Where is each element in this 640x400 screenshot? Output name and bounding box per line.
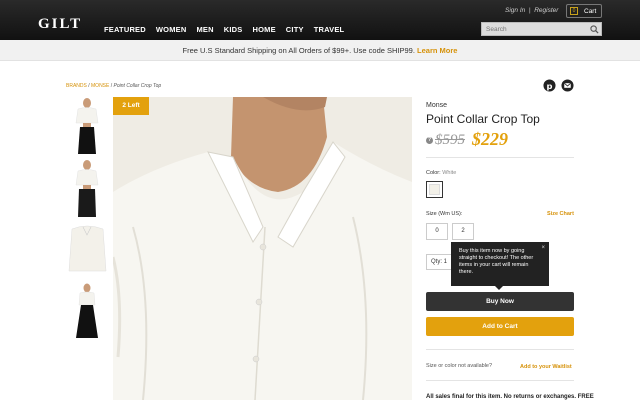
size-option-2[interactable]: 2 xyxy=(452,223,474,240)
product-thumbnail[interactable] xyxy=(66,159,109,217)
gilt-logo[interactable]: GILT xyxy=(38,16,82,33)
size-label: Size (Wm US): xyxy=(426,211,463,217)
product-title: Point Collar Crop Top xyxy=(426,112,540,126)
add-to-waitlist-link[interactable]: Add to your Waitlist xyxy=(520,364,572,370)
original-price: $595 xyxy=(435,132,465,148)
size-chart-link[interactable]: Size Chart xyxy=(547,211,574,217)
price-info-icon[interactable]: ? xyxy=(426,137,433,144)
product-brand[interactable]: Monse xyxy=(426,102,447,109)
tooltip-arrow xyxy=(495,286,503,290)
buy-now-tooltip: Buy this item now by going straight to c… xyxy=(451,242,549,286)
promo-bar: Free U.S Standard Shipping on All Orders… xyxy=(0,40,640,61)
nav-item-travel[interactable]: TRAVEL xyxy=(314,25,345,34)
main-nav: FEATURED WOMEN MEN KIDS HOME CITY TRAVEL xyxy=(104,25,354,34)
search-input[interactable] xyxy=(481,22,602,36)
nav-item-city[interactable]: CITY xyxy=(286,25,304,34)
stock-badge: 2 Left xyxy=(113,97,149,115)
tooltip-close-icon[interactable]: × xyxy=(541,245,545,252)
register-link[interactable]: Register xyxy=(534,7,558,14)
tooltip-text: Buy this item now by going straight to c… xyxy=(459,248,534,275)
nav-item-women[interactable]: WOMEN xyxy=(156,25,187,34)
quantity-select[interactable]: Qty: 1 xyxy=(426,254,454,270)
breadcrumb-brand[interactable]: MONSE xyxy=(91,83,109,89)
sign-in-link[interactable]: Sign In xyxy=(505,7,525,14)
promo-text: Free U.S Standard Shipping on All Orders… xyxy=(182,46,415,55)
product-thumbnail[interactable] xyxy=(66,97,109,155)
breadcrumb-brands[interactable]: BRANDS xyxy=(66,83,87,89)
pinterest-icon[interactable]: p xyxy=(543,79,556,92)
product-main-image[interactable] xyxy=(113,97,412,400)
cart-button[interactable]: 0 Cart xyxy=(566,4,602,18)
add-to-cart-button[interactable]: Add to Cart xyxy=(426,317,574,336)
size-option-0[interactable]: 0 xyxy=(426,223,448,240)
auth-links: Sign In | Register xyxy=(505,7,558,14)
site-header: GILT FEATURED WOMEN MEN KIDS HOME CITY T… xyxy=(0,0,640,40)
nav-item-men[interactable]: MEN xyxy=(196,25,213,34)
divider xyxy=(426,380,574,381)
buy-now-button[interactable]: Buy Now xyxy=(426,292,574,311)
divider xyxy=(426,349,574,350)
cart-label: Cart xyxy=(584,8,597,15)
breadcrumb-current: Point Collar Crop Top xyxy=(113,83,162,89)
color-value: White xyxy=(442,170,457,176)
cart-count: 0 xyxy=(570,7,578,15)
divider xyxy=(426,157,574,158)
email-icon[interactable] xyxy=(561,79,574,92)
product-thumbnail[interactable] xyxy=(66,221,109,279)
final-sale-notice: All sales final for this item. No return… xyxy=(426,394,594,400)
product-thumbnail[interactable] xyxy=(66,283,109,341)
sale-price: $229 xyxy=(472,129,508,149)
nav-item-kids[interactable]: KIDS xyxy=(224,25,243,34)
price-row: ? $595 $229 xyxy=(426,129,576,152)
search-icon[interactable] xyxy=(590,25,599,34)
breadcrumb: BRANDS / MONSE / Point Collar Crop Top xyxy=(66,83,161,89)
nav-item-featured[interactable]: FEATURED xyxy=(104,25,146,34)
svg-text:p: p xyxy=(547,81,553,91)
auth-separator: | xyxy=(528,7,531,14)
nav-item-home[interactable]: HOME xyxy=(252,25,275,34)
waitlist-question: Size or color not available? xyxy=(426,363,493,369)
color-swatch-white[interactable] xyxy=(426,181,443,198)
learn-more-link[interactable]: Learn More xyxy=(417,46,457,55)
color-label: Color: White xyxy=(426,170,457,176)
